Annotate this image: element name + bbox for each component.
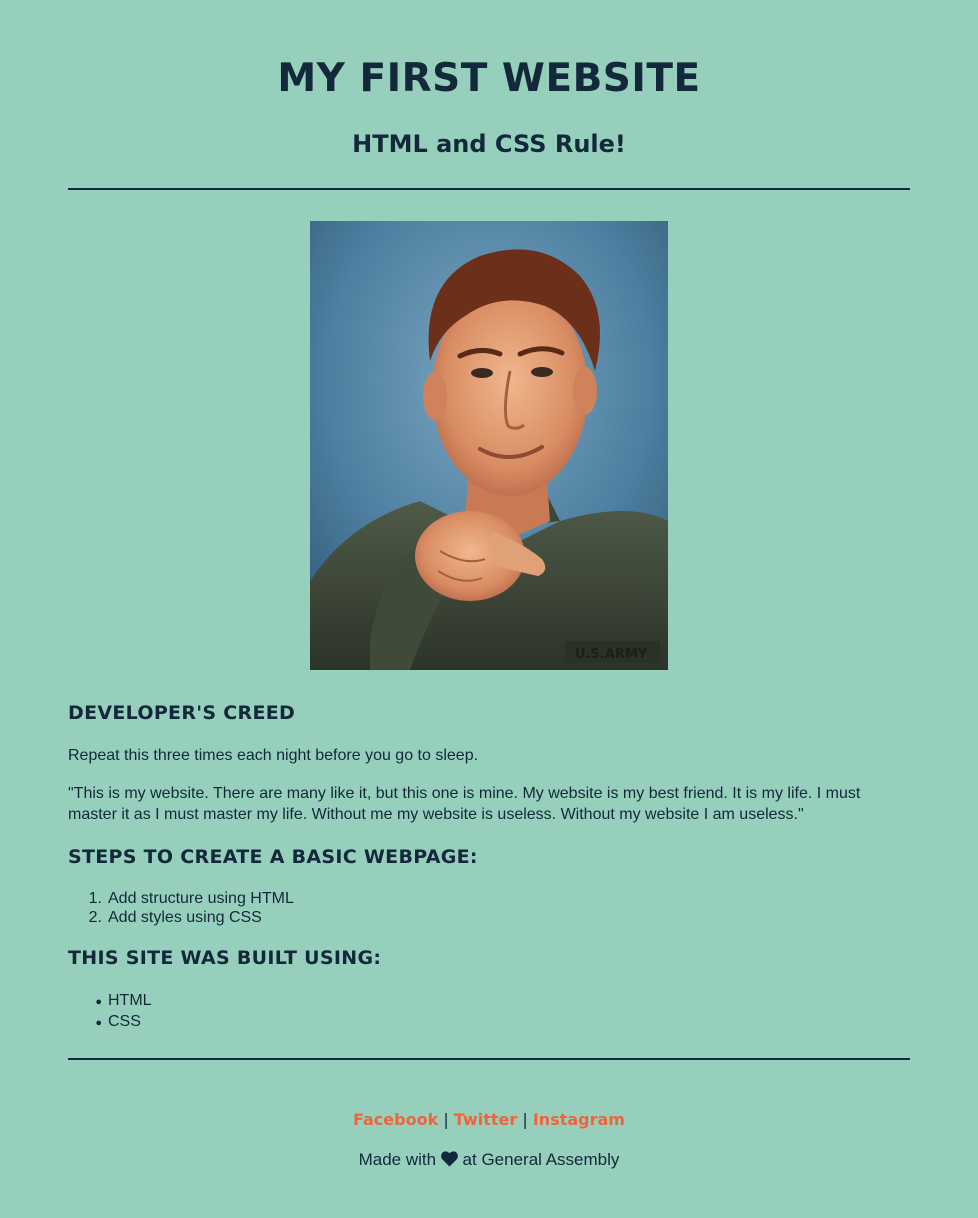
list-item: ● HTML bbox=[95, 991, 152, 1012]
list-item-label: CSS bbox=[108, 1013, 141, 1030]
link-separator: | bbox=[522, 1110, 528, 1129]
social-links: Facebook | Twitter | Instagram bbox=[68, 1108, 910, 1132]
site-title: MY FIRST WEBSITE bbox=[277, 56, 701, 101]
list-item-label: HTML bbox=[108, 992, 152, 1009]
twitter-link[interactable]: Twitter bbox=[454, 1110, 517, 1129]
site-tagline: HTML and CSS Rule! bbox=[352, 130, 626, 158]
link-separator: | bbox=[443, 1110, 449, 1129]
bullet-icon: ● bbox=[95, 1017, 102, 1029]
facebook-link[interactable]: Facebook bbox=[353, 1110, 438, 1129]
heart-icon bbox=[440, 1150, 458, 1167]
instagram-link[interactable]: Instagram bbox=[533, 1110, 625, 1129]
portrait-photo: U.S.ARMY bbox=[310, 221, 668, 670]
list-number: 2. bbox=[88, 909, 102, 926]
footer-divider bbox=[68, 1058, 910, 1060]
built-list: ● HTML ● CSS bbox=[95, 991, 152, 1033]
made-with-credit: Made with at General Assembly bbox=[68, 1148, 910, 1172]
made-prefix: Made with bbox=[358, 1150, 437, 1169]
bullet-icon: ● bbox=[95, 996, 102, 1008]
built-heading: THIS SITE WAS BUILT USING: bbox=[68, 947, 382, 969]
header-divider bbox=[68, 188, 910, 190]
list-item-label: Add styles using CSS bbox=[108, 909, 262, 926]
svg-text:U.S.ARMY: U.S.ARMY bbox=[575, 647, 648, 662]
list-item: ● CSS bbox=[95, 1012, 152, 1033]
creed-intro: Repeat this three times each night befor… bbox=[68, 747, 479, 764]
creed-heading: DEVELOPER'S CREED bbox=[68, 702, 296, 724]
made-suffix: at General Assembly bbox=[462, 1150, 620, 1169]
creed-quote: "This is my website. There are many like… bbox=[68, 785, 861, 823]
list-item: 1. Add structure using HTML bbox=[89, 889, 294, 908]
list-number: 1. bbox=[88, 890, 102, 907]
steps-list: 1. Add structure using HTML 2. Add style… bbox=[89, 889, 294, 927]
steps-heading: STEPS TO CREATE A BASIC WEBPAGE: bbox=[68, 846, 478, 868]
list-item: 2. Add styles using CSS bbox=[89, 908, 294, 927]
list-item-label: Add structure using HTML bbox=[108, 890, 294, 907]
